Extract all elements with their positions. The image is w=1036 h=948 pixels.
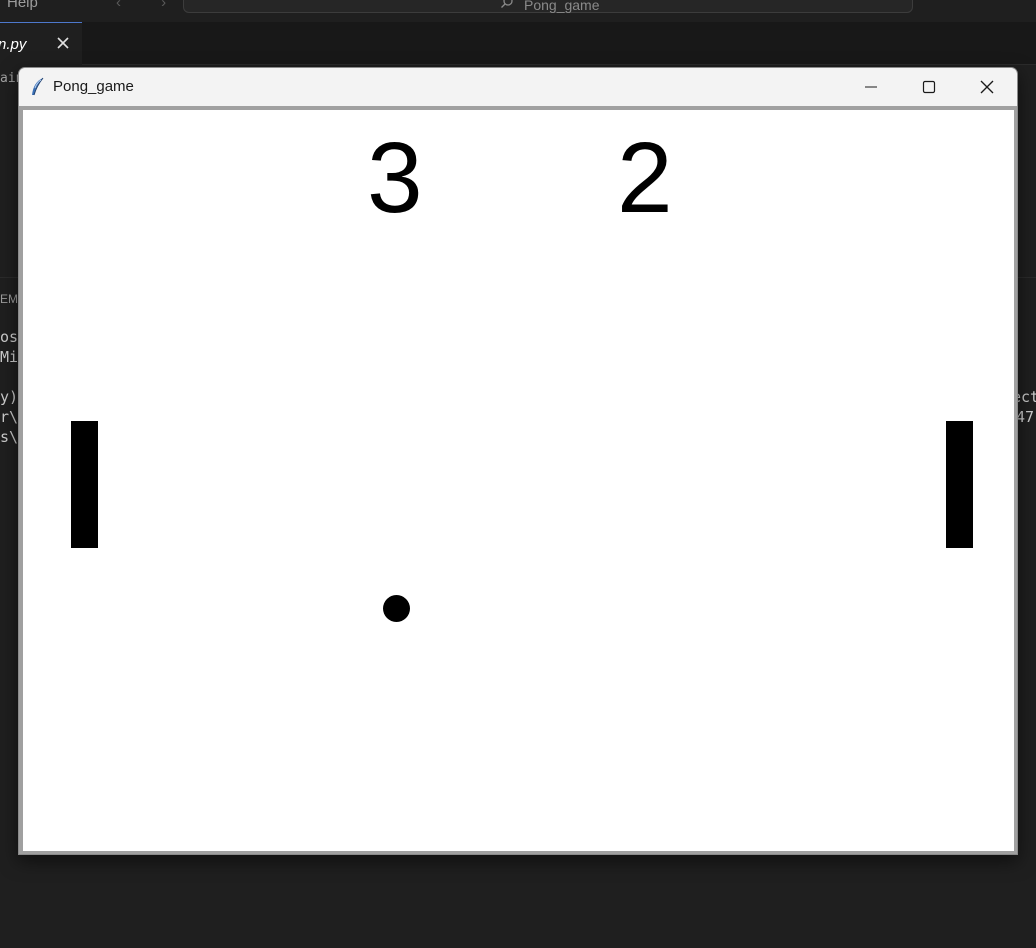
terminal-line: 47 — [1016, 408, 1035, 426]
panel-tab-label[interactable]: EM — [0, 292, 18, 306]
minimize-button[interactable] — [842, 68, 900, 106]
score-right: 2 — [617, 122, 673, 234]
window-title: Pong_game — [53, 78, 134, 95]
command-center[interactable]: Pong_game — [183, 0, 913, 13]
game-canvas[interactable]: 3 2 — [23, 110, 1014, 851]
command-center-text: Pong_game — [524, 0, 600, 13]
pong-window: Pong_game 3 2 — [18, 67, 1018, 855]
maximize-icon — [922, 80, 936, 94]
minimize-icon — [865, 86, 877, 88]
feather-icon — [32, 77, 44, 96]
right-paddle — [946, 421, 973, 548]
window-titlebar[interactable]: Pong_game — [19, 68, 1017, 106]
editor-titlebar: Help ‹ › Pong_game — [0, 0, 1036, 23]
canvas-frame: 3 2 — [19, 106, 1017, 854]
left-paddle — [71, 421, 98, 548]
editor-tabbar: n.py — [0, 22, 1036, 65]
terminal-line: y) — [0, 388, 19, 406]
close-button[interactable] — [958, 68, 1016, 106]
close-icon — [980, 80, 994, 94]
nav-arrows[interactable]: ‹ › — [116, 0, 184, 11]
maximize-button[interactable] — [900, 68, 958, 106]
search-icon — [501, 0, 513, 8]
score-left: 3 — [367, 122, 423, 234]
ball — [383, 595, 410, 622]
close-icon[interactable] — [56, 36, 70, 50]
tab-main-py[interactable]: n.py — [0, 22, 82, 65]
menu-help[interactable]: Help — [7, 0, 38, 11]
tab-label: n.py — [0, 36, 27, 53]
